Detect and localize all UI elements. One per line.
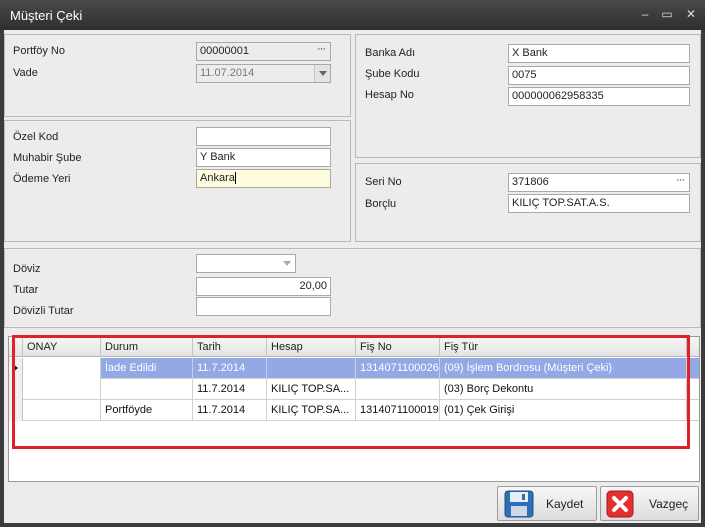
- cell-fis-tur[interactable]: (03) Borç Dekontu: [440, 379, 687, 400]
- chevron-down-icon[interactable]: [314, 65, 330, 82]
- hesap-no-input[interactable]: 000000062958335: [508, 87, 690, 106]
- header-tarih[interactable]: Tarih: [193, 337, 267, 357]
- cell-durum[interactable]: [101, 379, 193, 400]
- title-bar: Müşteri Çeki ‒ ▭ ✕: [0, 0, 705, 30]
- cell-onay[interactable]: [23, 358, 101, 379]
- cell-onay[interactable]: [23, 379, 101, 400]
- cancel-button[interactable]: Vazgeç: [600, 486, 699, 521]
- bank-info-panel: Özel Kod Muhabir Şube Y Bank Ödeme Yeri …: [4, 120, 351, 242]
- grid-header: ONAY Durum Tarih Hesap Fiş No Fiş Tür: [9, 337, 699, 357]
- text-cursor: [234, 172, 236, 185]
- vade-value: 11.07.2014: [200, 67, 255, 79]
- hesap-no-value: 000000062958335: [512, 90, 604, 102]
- doviz-select[interactable]: [196, 254, 296, 273]
- muhabir-sube-label: Muhabir Şube: [13, 152, 82, 164]
- hesap-no-label: Hesap No: [365, 89, 414, 101]
- odeme-yeri-value: Ankara: [200, 172, 235, 184]
- tutar-input[interactable]: 20,00: [196, 277, 331, 296]
- cell-fis-no[interactable]: [356, 379, 440, 400]
- seri-no-value: 371806: [512, 176, 549, 188]
- banka-adi-label: Banka Adı: [365, 47, 416, 59]
- table-row[interactable]: İade Edildi 11.7.2014 1314071100026 (09)…: [9, 358, 699, 379]
- ozel-kod-label: Özel Kod: [13, 131, 59, 143]
- portfoy-no-field[interactable]: 00000001 ···: [196, 42, 331, 61]
- save-button-label: Kaydet: [546, 497, 584, 511]
- cell-hesap[interactable]: KILIÇ TOP.SA...: [267, 400, 356, 421]
- portfoy-no-ellipsis-button[interactable]: ···: [312, 43, 330, 60]
- cell-tarih[interactable]: 11.7.2014: [193, 358, 267, 379]
- tutar-value: 20,00: [299, 280, 327, 292]
- table-row[interactable]: Portföyde 11.7.2014 KILIÇ TOP.SA... 1314…: [9, 400, 699, 421]
- odeme-yeri-input[interactable]: Ankara: [196, 169, 331, 188]
- dialog-body: Portföy No 00000001 ··· Vade 11.07.2014 …: [4, 30, 701, 523]
- muhabir-sube-value: Y Bank: [200, 151, 236, 163]
- header-hesap[interactable]: Hesap: [267, 337, 356, 357]
- cancel-x-icon: [606, 490, 634, 518]
- cancel-button-label: Vazgeç: [649, 497, 689, 511]
- tutar-label: Tutar: [13, 284, 39, 296]
- cell-fis-no[interactable]: 1314071100019: [356, 400, 440, 421]
- cell-fis-no[interactable]: 1314071100026: [356, 358, 440, 379]
- portfoy-no-label: Portföy No: [13, 45, 65, 57]
- cell-durum[interactable]: Portföyde: [101, 400, 193, 421]
- borclu-input[interactable]: KILIÇ TOP.SAT.A.S.: [508, 194, 690, 213]
- button-bar: Kaydet Vazgeç: [4, 482, 701, 523]
- doviz-label: Döviz: [13, 263, 41, 275]
- ozel-kod-input[interactable]: [196, 127, 331, 146]
- dovizli-tutar-input[interactable]: [196, 297, 331, 316]
- borclu-value: KILIÇ TOP.SAT.A.S.: [512, 197, 610, 209]
- maximize-icon[interactable]: ▭: [659, 6, 675, 22]
- chevron-down-icon[interactable]: [279, 255, 295, 272]
- row-indicator: [9, 379, 23, 400]
- floppy-disk-icon: [504, 490, 534, 518]
- sube-kodu-label: Şube Kodu: [365, 68, 420, 80]
- cell-onay[interactable]: [23, 400, 101, 421]
- header-durum[interactable]: Durum: [101, 337, 193, 357]
- cell-tarih[interactable]: 11.7.2014: [193, 400, 267, 421]
- dovizli-tutar-label: Dövizli Tutar: [13, 305, 74, 317]
- borclu-label: Borçlu: [365, 198, 397, 210]
- header-indicator: [9, 337, 23, 357]
- save-button[interactable]: Kaydet: [497, 486, 597, 521]
- row-indicator-icon: [9, 358, 23, 379]
- header-fis-tur[interactable]: Fiş Tür: [440, 337, 687, 357]
- cell-hesap[interactable]: [267, 358, 356, 379]
- portfolio-panel: Portföy No 00000001 ··· Vade 11.07.2014: [4, 34, 351, 117]
- table-row[interactable]: 11.7.2014 KILIÇ TOP.SA... (03) Borç Deko…: [9, 379, 699, 400]
- row-indicator: [9, 400, 23, 421]
- vade-label: Vade: [13, 67, 38, 79]
- sube-kodu-value: 0075: [512, 69, 537, 81]
- close-icon[interactable]: ✕: [683, 6, 699, 22]
- transactions-grid[interactable]: ONAY Durum Tarih Hesap Fiş No Fiş Tür İa…: [8, 336, 700, 482]
- header-fis-no[interactable]: Fiş No: [356, 337, 440, 357]
- cell-fis-tur[interactable]: (01) Çek Girişi: [440, 400, 687, 421]
- window-title: Müşteri Çeki: [10, 8, 83, 23]
- cell-durum[interactable]: İade Edildi: [101, 358, 193, 379]
- banka-adi-input[interactable]: X Bank: [508, 44, 690, 63]
- seri-no-field[interactable]: 371806 ···: [508, 173, 690, 192]
- cell-hesap[interactable]: KILIÇ TOP.SA...: [267, 379, 356, 400]
- bank-details-panel: Banka Adı X Bank Şube Kodu 0075 Hesap No…: [355, 34, 701, 158]
- header-onay[interactable]: ONAY: [23, 337, 101, 357]
- portfoy-no-value: 00000001: [200, 45, 249, 57]
- muhabir-sube-input[interactable]: Y Bank: [196, 148, 331, 167]
- cheque-panel: Seri No 371806 ··· Borçlu KILIÇ TOP.SAT.…: [355, 163, 701, 242]
- seri-no-label: Seri No: [365, 176, 402, 188]
- sube-kodu-input[interactable]: 0075: [508, 66, 690, 85]
- banka-adi-value: X Bank: [512, 47, 548, 59]
- amount-panel: Döviz Tutar 20,00 Dövizli Tutar: [4, 248, 701, 328]
- vade-field[interactable]: 11.07.2014: [196, 64, 331, 83]
- seri-no-ellipsis-button[interactable]: ···: [671, 174, 689, 191]
- cell-fis-tur[interactable]: (09) İşlem Bordrosu (Müşteri Çeki): [440, 358, 687, 379]
- cell-tarih[interactable]: 11.7.2014: [193, 379, 267, 400]
- odeme-yeri-label: Ödeme Yeri: [13, 173, 71, 185]
- minimize-icon[interactable]: ‒: [637, 6, 653, 22]
